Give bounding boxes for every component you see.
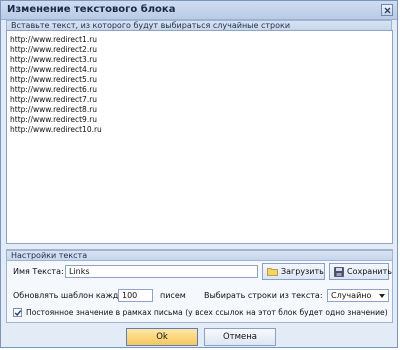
floppy-icon [334,267,344,277]
text-line: http://www.redirect1.ru [10,35,98,44]
choose-mode-select[interactable]: Случайно [327,289,389,302]
text-line: http://www.redirect10.ru [10,125,102,134]
update-label: Обновлять шаблон каждые: [13,291,133,300]
text-line: http://www.redirect2.ru [10,45,98,54]
close-icon [384,7,391,14]
close-button[interactable] [381,4,393,16]
save-button[interactable]: Сохранить [329,263,392,280]
editor-header-label: Вставьте текст, из которого будут выбира… [11,21,291,30]
cancel-button[interactable]: Отмена [204,328,276,346]
constant-value-checkbox[interactable] [13,308,22,317]
text-line: http://www.redirect5.ru [10,75,98,84]
settings-panel: Настройки текста Имя Текста: Links Загру… [6,249,393,323]
text-line: http://www.redirect6.ru [10,85,98,94]
update-unit-label: писем [160,291,186,300]
cancel-button-label: Отмена [222,332,258,342]
dialog-window: Изменение текстового блока Вставьте текс… [0,0,398,348]
constant-value-label: Постоянное значение в рамках письма (у в… [26,308,388,317]
checkmark-icon [14,310,22,317]
text-name-label: Имя Текста: [13,267,64,276]
choose-mode-value: Случайно [331,291,372,300]
text-line: http://www.redirect7.ru [10,95,98,104]
load-button[interactable]: Загрузить [262,263,325,280]
update-count-input[interactable]: 100 [118,289,153,302]
text-line: http://www.redirect3.ru [10,55,98,64]
text-line: http://www.redirect8.ru [10,105,98,114]
ok-button-label: Ok [156,332,168,342]
window-title: Изменение текстового блока [7,4,176,15]
choose-mode-label: Выбирать строки из текста: [204,291,323,300]
text-line: http://www.redirect9.ru [10,115,98,124]
text-line: http://www.redirect4.ru [10,65,98,74]
text-editor[interactable]: http://www.redirect1.ru http://www.redir… [6,30,393,244]
chevron-down-icon [379,294,385,298]
text-name-input[interactable]: Links [65,265,258,278]
settings-header-label: Настройки текста [11,251,88,260]
settings-header: Настройки текста [7,250,392,261]
save-button-label: Сохранить [347,267,392,276]
load-button-label: Загрузить [281,267,324,276]
folder-icon [267,268,278,276]
ok-button[interactable]: Ok [126,328,198,346]
title-bar: Изменение текстового блока [1,1,397,20]
